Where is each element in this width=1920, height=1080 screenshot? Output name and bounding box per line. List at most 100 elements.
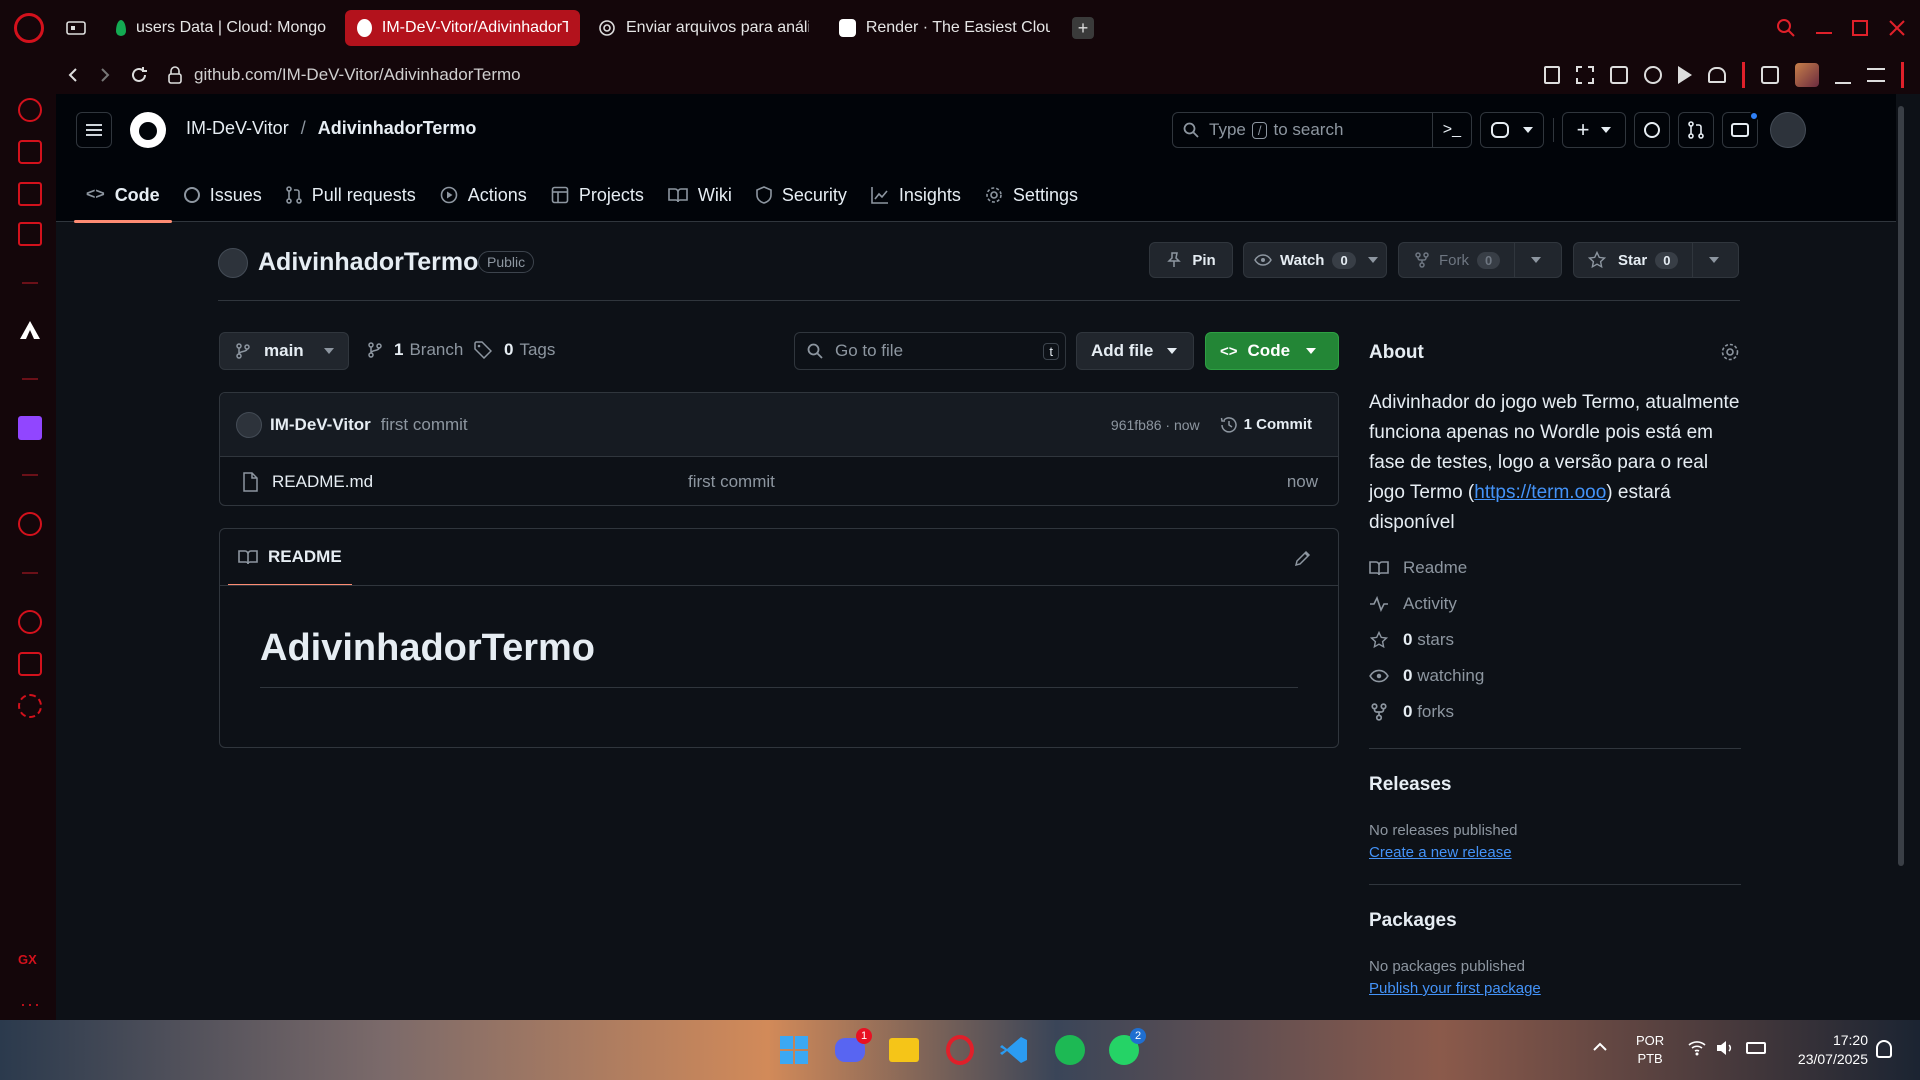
- add-file-button[interactable]: Add file: [1076, 332, 1194, 370]
- volume-icon[interactable]: [1716, 1040, 1734, 1056]
- code-button[interactable]: <> Code: [1205, 332, 1339, 370]
- commit-author[interactable]: IM-DeV-Vitor: [270, 415, 371, 435]
- maximize-icon[interactable]: [1852, 20, 1868, 36]
- reload-icon[interactable]: [130, 66, 148, 84]
- twitch-icon[interactable]: [18, 416, 42, 440]
- opera-logo-icon[interactable]: [14, 13, 44, 43]
- readme-tab[interactable]: README: [228, 529, 352, 586]
- close-icon[interactable]: [1888, 19, 1906, 37]
- browser-tab[interactable]: users Data | Cloud: Mongo: [104, 10, 339, 46]
- about-forks-link[interactable]: 0 forks: [1369, 702, 1454, 722]
- download-icon[interactable]: [1835, 66, 1851, 84]
- history-icon[interactable]: [18, 610, 42, 634]
- tab-projects[interactable]: Projects: [539, 168, 656, 222]
- about-website-link[interactable]: https://term.ooo: [1474, 482, 1606, 503]
- gx-control-icon[interactable]: [18, 140, 42, 164]
- search-input[interactable]: Type / to search >_: [1172, 112, 1472, 148]
- issues-button[interactable]: [1634, 112, 1670, 148]
- vscode-icon[interactable]: [996, 1032, 1032, 1068]
- hamburger-menu-button[interactable]: [76, 112, 112, 148]
- pull-requests-button[interactable]: [1678, 112, 1714, 148]
- lock-icon[interactable]: [168, 66, 182, 84]
- commit-hash-time[interactable]: 961fb86 · now: [1111, 417, 1200, 433]
- more-icon[interactable]: ···: [20, 994, 41, 1015]
- extensions-icon[interactable]: [18, 652, 42, 676]
- profile-avatar[interactable]: [1795, 63, 1819, 87]
- bookmark-icon[interactable]: [1544, 66, 1560, 84]
- play-icon[interactable]: [1678, 66, 1692, 84]
- file-explorer-icon[interactable]: [886, 1032, 922, 1068]
- about-readme-link[interactable]: Readme: [1369, 558, 1467, 578]
- breadcrumb-owner[interactable]: IM-DeV-Vitor: [186, 118, 289, 139]
- tab-code[interactable]: <> Code: [74, 168, 172, 223]
- about-activity-link[interactable]: Activity: [1369, 594, 1457, 614]
- opera-gx-icon[interactable]: [942, 1032, 978, 1068]
- wifi-icon[interactable]: [1688, 1040, 1706, 1056]
- battery-icon[interactable]: [1746, 1042, 1766, 1054]
- puzzle-icon[interactable]: [1761, 66, 1779, 84]
- pin-button[interactable]: Pin: [1149, 242, 1233, 278]
- settings-gear-icon[interactable]: [18, 694, 42, 718]
- packages-title[interactable]: Packages: [1369, 910, 1457, 932]
- tab-wiki[interactable]: Wiki: [656, 168, 744, 222]
- breadcrumb-repo[interactable]: AdivinhadorTermo: [318, 118, 477, 139]
- about-stars-link[interactable]: 0 stars: [1369, 630, 1454, 650]
- url-text[interactable]: github.com/IM-DeV-Vitor/AdivinhadorTermo: [194, 65, 521, 85]
- create-new-button[interactable]: +: [1562, 112, 1626, 148]
- user-avatar[interactable]: [1770, 112, 1806, 148]
- file-name[interactable]: README.md: [272, 472, 373, 492]
- browser-tab[interactable]: Render · The Easiest Cloud: [827, 10, 1062, 46]
- copilot-button[interactable]: [1480, 112, 1544, 148]
- tab-settings[interactable]: Settings: [973, 168, 1090, 222]
- browser-tab[interactable]: Enviar arquivos para análise: [586, 10, 821, 46]
- gx-corner-icon[interactable]: [18, 182, 42, 206]
- edit-readme-button[interactable]: [1294, 549, 1312, 567]
- windows-start-icon[interactable]: [776, 1032, 812, 1068]
- minimize-icon[interactable]: [1816, 32, 1832, 34]
- file-row[interactable]: README.md first commit now: [220, 457, 1338, 505]
- star-button[interactable]: Star 0: [1573, 242, 1739, 278]
- whatsapp-icon[interactable]: 2: [1106, 1028, 1146, 1068]
- spotify-icon[interactable]: [1052, 1032, 1088, 1068]
- menu-icon[interactable]: [1867, 68, 1885, 82]
- snapshot-icon[interactable]: [1576, 66, 1594, 84]
- commit-message[interactable]: first commit: [381, 415, 468, 435]
- github-logo-icon[interactable]: [130, 112, 166, 148]
- notifications-icon[interactable]: [1876, 1040, 1892, 1058]
- tab-insights[interactable]: Insights: [859, 168, 973, 222]
- create-release-link[interactable]: Create a new release: [1369, 844, 1512, 861]
- translate-icon[interactable]: [1644, 66, 1662, 84]
- tab-islands-icon[interactable]: [66, 20, 86, 36]
- commit-author-avatar[interactable]: [236, 411, 262, 438]
- browser-tab-active[interactable]: IM-DeV-Vitor/AdivinhadorTermo: [345, 10, 580, 46]
- repo-title[interactable]: AdivinhadorTermo: [258, 248, 478, 277]
- watch-button[interactable]: Watch 0: [1243, 242, 1387, 278]
- forward-icon[interactable]: [98, 67, 112, 83]
- inbox-button[interactable]: [1722, 111, 1759, 148]
- shield-extension-icon[interactable]: [1610, 66, 1628, 84]
- clock[interactable]: 17:20 23/07/2025: [1786, 1031, 1868, 1069]
- releases-title[interactable]: Releases: [1369, 774, 1451, 796]
- branch-selector[interactable]: main: [219, 332, 349, 370]
- search-tabs-icon[interactable]: [1776, 18, 1796, 38]
- branches-link[interactable]: 1 Branch: [368, 340, 463, 360]
- command-palette-icon[interactable]: >_: [1431, 113, 1471, 147]
- discord-icon[interactable]: 1: [832, 1028, 872, 1068]
- aria-icon[interactable]: [18, 318, 42, 342]
- gmail-icon[interactable]: [18, 222, 42, 246]
- heart-icon[interactable]: [1708, 67, 1726, 83]
- new-tab-icon[interactable]: +: [1072, 17, 1094, 39]
- commit-count[interactable]: 1 Commit: [1244, 416, 1312, 433]
- tab-security[interactable]: Security: [744, 168, 859, 222]
- tab-issues[interactable]: Issues: [172, 168, 274, 222]
- page-scrollbar[interactable]: [1896, 94, 1906, 1020]
- fork-button[interactable]: Fork 0: [1398, 242, 1562, 278]
- tab-pull-requests[interactable]: Pull requests: [274, 168, 428, 222]
- file-commit-message[interactable]: first commit: [688, 472, 775, 492]
- go-to-file-input[interactable]: Go to file t: [794, 332, 1066, 370]
- tab-actions[interactable]: Actions: [428, 168, 539, 222]
- about-settings-button[interactable]: [1720, 342, 1740, 362]
- tags-link[interactable]: 0 Tags: [474, 340, 555, 360]
- back-icon[interactable]: [66, 67, 80, 83]
- gx-label[interactable]: GX: [18, 952, 37, 967]
